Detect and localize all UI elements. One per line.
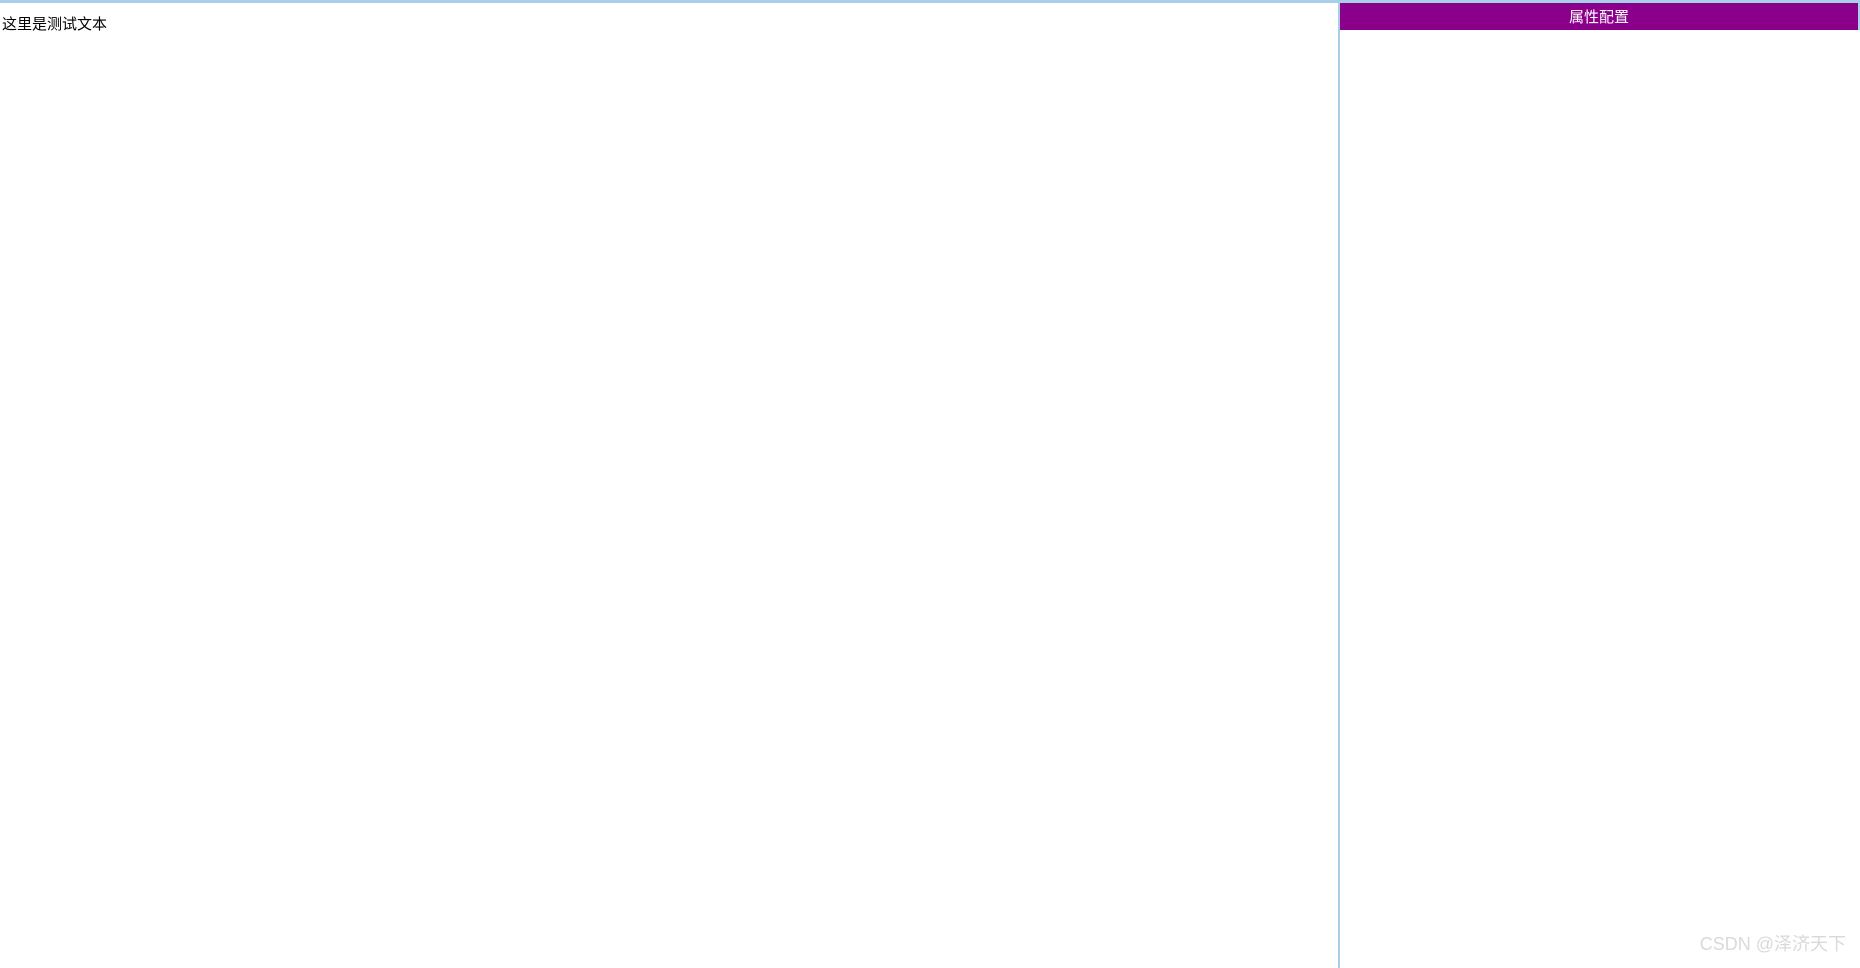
main-panel[interactable]: 这里是测试文本 [0, 0, 1340, 968]
test-text-label: 这里是测试文本 [2, 13, 107, 34]
app-container: 这里是测试文本 属性配置 [0, 0, 1860, 968]
properties-panel-header: 属性配置 [1340, 3, 1860, 30]
properties-panel-body[interactable] [1340, 30, 1860, 968]
properties-panel: 属性配置 [1340, 0, 1860, 968]
